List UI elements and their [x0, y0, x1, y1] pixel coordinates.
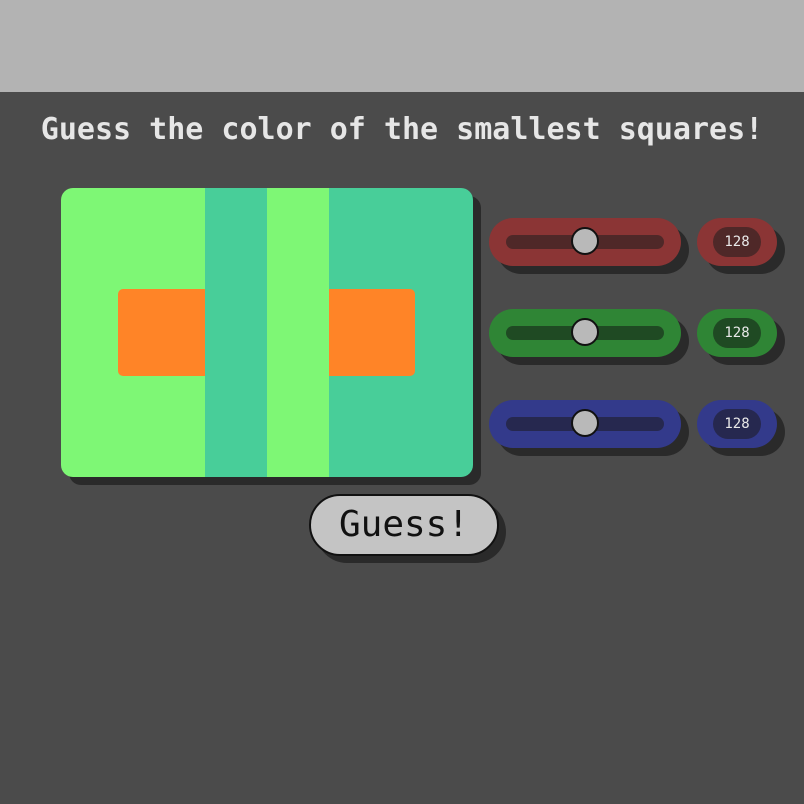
red-value-body: 128 [697, 218, 777, 266]
blue-value-body: 128 [697, 400, 777, 448]
red-slider[interactable] [489, 218, 689, 274]
green-value-display: 128 [697, 309, 785, 365]
blue-slider[interactable] [489, 400, 689, 456]
red-value: 128 [713, 227, 761, 257]
blue-slider-thumb[interactable] [571, 409, 600, 437]
smallest-square-right [329, 289, 415, 376]
color-puzzle [61, 188, 473, 477]
blue-value-display: 128 [697, 400, 785, 456]
smallest-square-left [118, 289, 205, 376]
red-value-display: 128 [697, 218, 785, 274]
green-value: 128 [713, 318, 761, 348]
blue-slider-body[interactable] [489, 400, 681, 448]
green-slider[interactable] [489, 309, 689, 365]
guess-button[interactable]: Guess! [309, 494, 499, 556]
green-slider-body[interactable] [489, 309, 681, 357]
puzzle-stripe-teal-1 [205, 188, 267, 477]
blue-value: 128 [713, 409, 761, 439]
page-title: Guess the color of the smallest squares! [40, 112, 764, 147]
red-slider-thumb[interactable] [571, 227, 600, 255]
top-bar [0, 0, 804, 92]
green-slider-thumb[interactable] [571, 318, 600, 346]
puzzle-stripe-green [267, 188, 329, 477]
red-slider-body[interactable] [489, 218, 681, 266]
green-value-body: 128 [697, 309, 777, 357]
